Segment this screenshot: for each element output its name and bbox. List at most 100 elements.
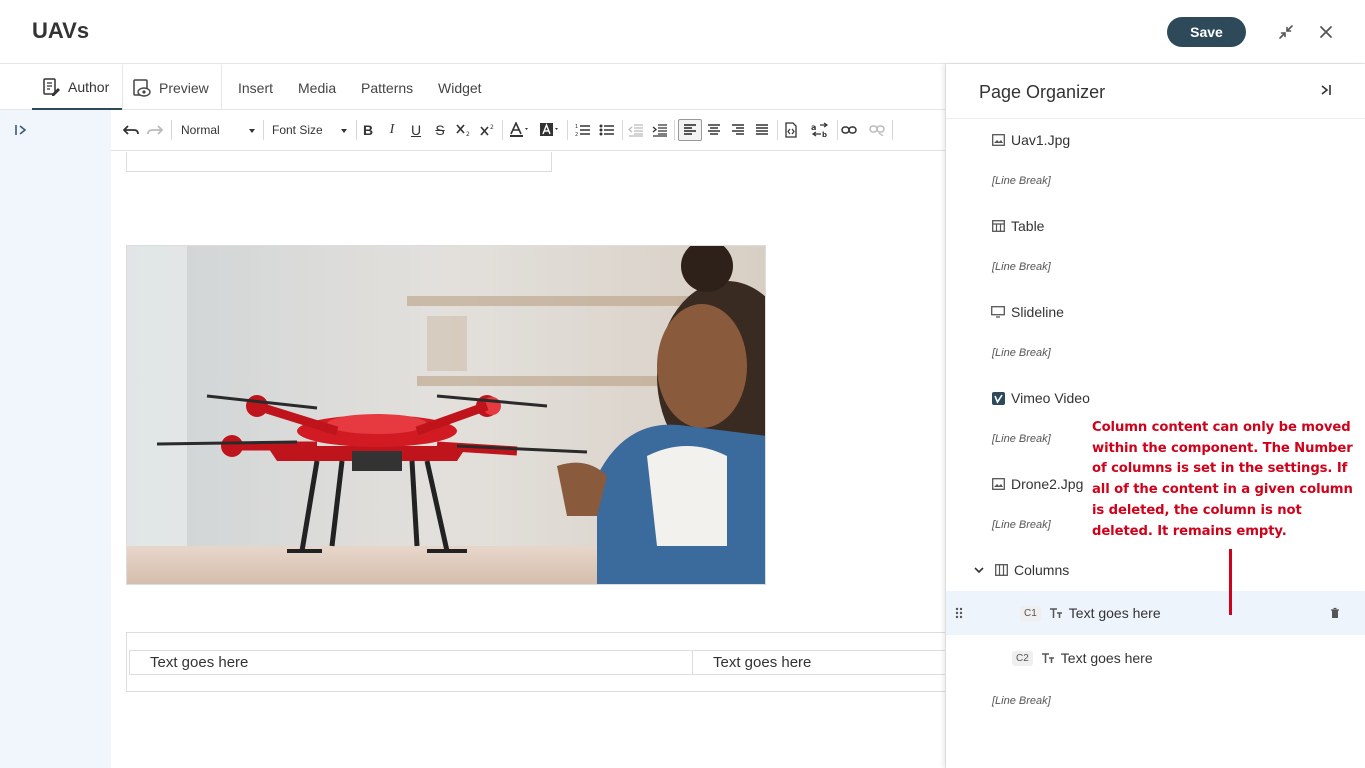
image-icon: [991, 477, 1005, 491]
superscript-icon[interactable]: 2: [479, 119, 497, 141]
organizer-item-label: Text goes here: [1068, 605, 1161, 621]
line-break-label[interactable]: [Line Break]: [992, 261, 1051, 273]
subscript-icon[interactable]: 2: [455, 119, 473, 141]
table-icon: [991, 219, 1005, 233]
chevron-down-icon: [249, 129, 255, 133]
text-format-icon: [1041, 651, 1055, 665]
toolbar-divider: [837, 120, 838, 140]
toolbar-divider: [171, 120, 172, 140]
organizer-item-label: Table: [1011, 218, 1045, 234]
tab-widget[interactable]: Widget: [438, 65, 482, 110]
organizer-item-label: Vimeo Video: [1011, 390, 1090, 406]
organizer-item-columns[interactable]: Columns: [946, 548, 1365, 592]
bulleted-list-icon[interactable]: [598, 119, 616, 141]
bold-button[interactable]: B: [361, 119, 375, 141]
svg-text:a: a: [811, 123, 816, 132]
page-title: UAVs: [32, 18, 90, 43]
toolbar-divider: [567, 120, 568, 140]
chevron-down-icon: [341, 129, 347, 133]
organizer-item-label: Uav1.Jpg: [1011, 132, 1071, 148]
font-size-select[interactable]: Font Size: [272, 119, 354, 141]
toolbar-divider: [674, 120, 675, 140]
tab-media[interactable]: Media: [298, 65, 336, 110]
organizer-item[interactable]: Table: [946, 204, 1365, 248]
strikethrough-button[interactable]: S: [433, 119, 447, 141]
left-rail: [0, 110, 111, 768]
format-select[interactable]: Normal: [181, 119, 261, 141]
edit-document-icon: [41, 77, 61, 97]
background-color-icon[interactable]: [539, 119, 563, 141]
minimize-icon[interactable]: [1274, 20, 1298, 44]
organizer-item[interactable]: Slideline: [946, 290, 1365, 334]
undo-icon[interactable]: [121, 119, 141, 141]
trash-icon[interactable]: [1328, 606, 1342, 620]
app-header: UAVs Save: [0, 0, 1365, 64]
organizer-item-column-2[interactable]: C2 Text goes here: [946, 636, 1365, 680]
tab-divider: [221, 65, 222, 110]
column-badge: C1: [1020, 605, 1041, 621]
increase-indent-icon[interactable]: [651, 119, 669, 141]
line-break-label[interactable]: [Line Break]: [992, 695, 1051, 707]
editor-tabs: Author Preview Insert Media Patterns Wid…: [0, 65, 945, 110]
tab-author[interactable]: Author: [32, 65, 122, 110]
toolbar-divider: [263, 120, 264, 140]
save-button[interactable]: Save: [1167, 17, 1246, 47]
organizer-item[interactable]: Vimeo Video: [946, 376, 1365, 420]
column-2-text[interactable]: Text goes here: [692, 650, 945, 675]
column-1-text[interactable]: Text goes here: [129, 650, 693, 675]
drone-image[interactable]: [126, 245, 766, 585]
organizer-title: Page Organizer: [979, 82, 1106, 102]
decrease-indent-icon[interactable]: [627, 119, 645, 141]
columns-component[interactable]: Text goes here Text goes here: [126, 632, 945, 692]
organizer-item[interactable]: Uav1.Jpg: [946, 118, 1365, 162]
text-color-icon[interactable]: [509, 119, 533, 141]
language-direction-icon[interactable]: ab: [809, 119, 831, 141]
underline-button[interactable]: U: [409, 119, 423, 141]
toolbar-divider: [892, 120, 893, 140]
organizer-item-label: Drone2.Jpg: [1011, 476, 1084, 492]
organizer-item-label: Text goes here: [1060, 650, 1153, 666]
font-size-select-value: Font Size: [272, 123, 323, 137]
italic-button[interactable]: I: [385, 119, 399, 141]
preview-icon: [132, 78, 152, 98]
tab-preview[interactable]: Preview: [132, 65, 209, 110]
drag-handle-icon[interactable]: [952, 606, 966, 620]
toolbar-divider: [356, 120, 357, 140]
source-code-icon[interactable]: [781, 119, 801, 141]
organizer-item-column-1[interactable]: C1 Text goes here: [946, 591, 1365, 635]
tab-preview-label: Preview: [159, 79, 209, 96]
text-format-icon: [1049, 606, 1063, 620]
align-center-icon[interactable]: [704, 119, 724, 141]
collapse-panel-icon[interactable]: [1318, 82, 1334, 103]
organizer-item-label: Columns: [1014, 562, 1070, 578]
numbered-list-icon[interactable]: 12: [574, 119, 592, 141]
align-left-icon[interactable]: [678, 119, 702, 141]
image-icon: [991, 133, 1005, 147]
close-icon[interactable]: [1314, 20, 1338, 44]
justify-icon[interactable]: [752, 119, 772, 141]
link-icon[interactable]: [839, 119, 859, 141]
expand-panel-icon[interactable]: [13, 122, 29, 143]
vimeo-icon: [991, 391, 1005, 405]
svg-text:2: 2: [466, 131, 470, 137]
annotation-pointer-line: [1229, 549, 1232, 615]
chevron-down-icon[interactable]: [972, 563, 986, 577]
editor-canvas[interactable]: Text goes here Text goes here: [111, 152, 945, 768]
svg-text:2: 2: [490, 124, 494, 131]
line-break-label[interactable]: [Line Break]: [992, 433, 1051, 445]
redo-icon[interactable]: [145, 119, 165, 141]
tab-patterns[interactable]: Patterns: [361, 65, 413, 110]
align-right-icon[interactable]: [728, 119, 748, 141]
column-badge: C2: [1012, 650, 1033, 666]
svg-text:b: b: [822, 131, 827, 138]
slideshow-icon: [991, 305, 1005, 319]
text-block[interactable]: [126, 152, 552, 172]
line-break-label[interactable]: [Line Break]: [992, 347, 1051, 359]
tab-insert[interactable]: Insert: [238, 65, 273, 110]
line-break-label[interactable]: [Line Break]: [992, 519, 1051, 531]
unlink-icon[interactable]: [867, 119, 887, 141]
format-select-value: Normal: [181, 123, 220, 137]
organizer-item-label: Slideline: [1011, 304, 1064, 320]
toolbar-divider: [777, 120, 778, 140]
line-break-label[interactable]: [Line Break]: [992, 175, 1051, 187]
